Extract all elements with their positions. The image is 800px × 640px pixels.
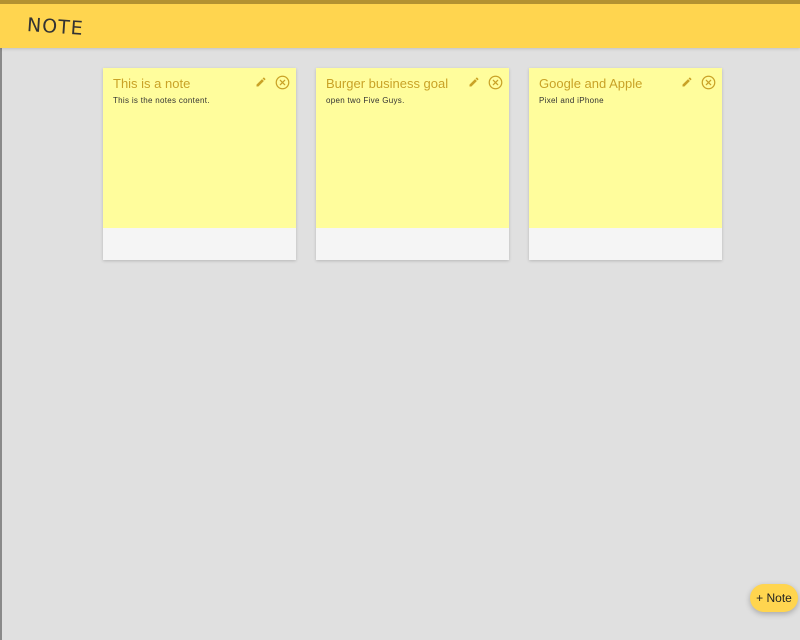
- app-title: NOTE: [26, 14, 85, 40]
- pencil-icon[interactable]: [679, 74, 695, 90]
- note-content: This is the notes content.: [113, 96, 210, 105]
- note-actions: [679, 74, 716, 90]
- add-note-button[interactable]: + Note: [750, 584, 798, 612]
- note-content: open two Five Guys.: [326, 96, 405, 105]
- close-circle-icon[interactable]: [487, 74, 503, 90]
- note-card: Google and Apple Pixel and iPhone: [529, 68, 722, 260]
- app-window: NOTE This is a note This is the notes co…: [0, 0, 800, 640]
- top-bar: NOTE: [0, 0, 800, 48]
- note-title: Google and Apple: [539, 76, 643, 91]
- pencil-icon[interactable]: [466, 74, 482, 90]
- note-card: This is a note This is the notes content…: [103, 68, 296, 260]
- window-left-border: [0, 0, 2, 640]
- note-body: This is a note This is the notes content…: [103, 68, 296, 228]
- note-card: Burger business goal open two Five Guys.: [316, 68, 509, 260]
- note-content: Pixel and iPhone: [539, 96, 604, 105]
- notes-board: This is a note This is the notes content…: [103, 68, 722, 260]
- pencil-icon[interactable]: [253, 74, 269, 90]
- note-actions: [466, 74, 503, 90]
- top-bar-accent-strip: [0, 0, 800, 4]
- note-title: This is a note: [113, 76, 191, 91]
- note-title: Burger business goal: [326, 76, 449, 91]
- close-circle-icon[interactable]: [700, 74, 716, 90]
- close-circle-icon[interactable]: [274, 74, 290, 90]
- note-body: Google and Apple Pixel and iPhone: [529, 68, 722, 228]
- note-actions: [253, 74, 290, 90]
- note-body: Burger business goal open two Five Guys.: [316, 68, 509, 228]
